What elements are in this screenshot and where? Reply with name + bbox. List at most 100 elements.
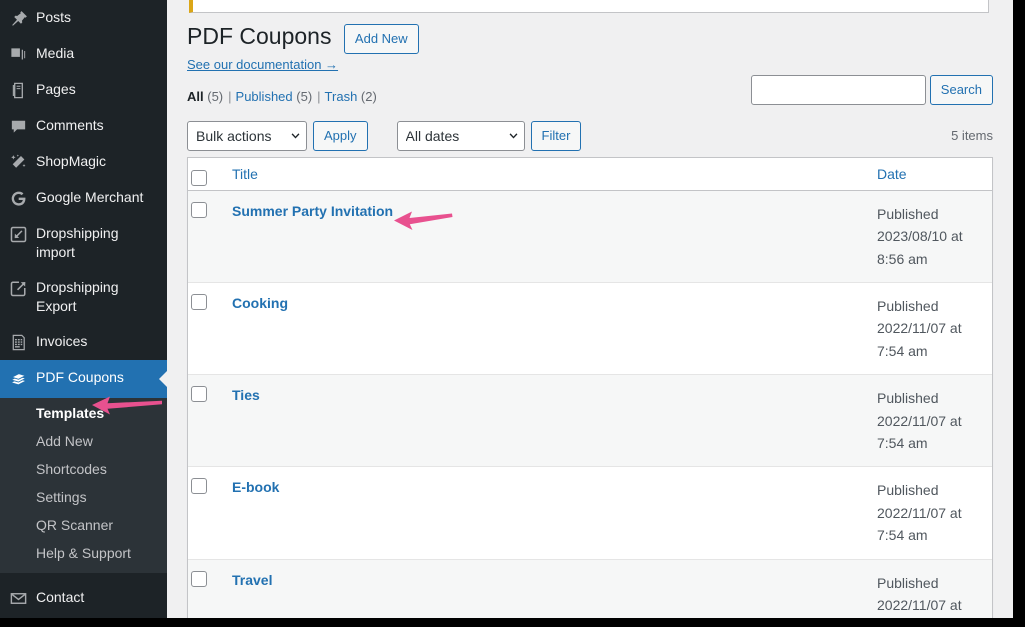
coupon-templates-table: Title Date Summer Party Invitation Publi… xyxy=(187,156,993,618)
sidebar-item-label: Posts xyxy=(36,9,72,25)
column-header-date[interactable]: Date xyxy=(867,157,992,191)
row-select-cell xyxy=(188,558,222,618)
submenu-item-settings[interactable]: Settings xyxy=(0,483,167,511)
submenu-item-add-new[interactable]: Add New xyxy=(0,427,167,455)
row-select-cell xyxy=(188,190,222,283)
row-title-link[interactable]: Ties xyxy=(232,387,260,403)
sidebar-item-pdf-coupons[interactable]: PDF Coupons xyxy=(0,360,167,398)
admin-notice-partial xyxy=(189,0,989,13)
row-date-cell: Published 2023/08/10 at 8:56 am xyxy=(867,190,992,283)
row-date-line1: 2022/11/07 at xyxy=(877,320,962,337)
select-all-header xyxy=(188,157,222,191)
row-date-line2: 7:54 am xyxy=(877,527,928,544)
table-header-row: Title Date xyxy=(188,157,992,191)
table-row: E-book Published 2022/11/07 at 7:54 am xyxy=(188,466,992,558)
view-trash-link[interactable]: Trash xyxy=(325,89,358,104)
view-all-link[interactable]: All xyxy=(187,89,204,104)
row-date-line1: 2022/11/07 at xyxy=(877,412,962,429)
arrow-export-icon xyxy=(0,278,36,298)
sidebar-item-media[interactable]: Media xyxy=(0,36,167,72)
row-date-line1: 2022/11/07 at xyxy=(877,596,962,613)
row-date-cell: Published 2022/11/07 at 7:54 am xyxy=(867,466,992,558)
row-title-link[interactable]: Cooking xyxy=(232,295,288,311)
row-date-cell: Published 2022/11/07 at 7:54 am xyxy=(867,282,992,374)
search-input[interactable] xyxy=(750,74,926,105)
documentation-link[interactable]: See our documentation → xyxy=(187,57,993,72)
row-date-line1: 2022/11/07 at xyxy=(877,504,962,521)
table-head: Title Date xyxy=(188,157,992,191)
row-date-line2: 8:56 am xyxy=(877,250,928,267)
comments-icon xyxy=(0,116,36,136)
magic-wand-icon xyxy=(0,152,36,172)
select-all-checkbox-top[interactable] xyxy=(191,170,207,187)
sidebar-item-posts[interactable]: Posts xyxy=(0,0,167,36)
row-date-cell: Published 2022/11/07 at 7:54 am xyxy=(867,558,992,618)
row-title-link[interactable]: Travel xyxy=(232,572,272,588)
bulk-actions-select[interactable]: Bulk actions xyxy=(187,120,307,151)
arrow-import-icon xyxy=(0,224,36,244)
sidebar-item-google-merchant[interactable]: Google Merchant xyxy=(0,180,167,216)
filter-button[interactable]: Filter xyxy=(530,120,582,151)
row-checkbox[interactable] xyxy=(191,570,207,587)
sidebar-item-invoices[interactable]: Invoices xyxy=(0,324,167,360)
table-row: Cooking Published 2022/11/07 at 7:54 am xyxy=(188,282,992,374)
view-published-link[interactable]: Published xyxy=(236,89,293,104)
row-checkbox[interactable] xyxy=(191,201,207,218)
row-date-cell: Published 2022/11/07 at 7:54 am xyxy=(867,374,992,467)
sidebar-item-label: Pages xyxy=(36,81,76,97)
view-all: All (5) | xyxy=(187,84,236,110)
row-status: Published xyxy=(877,574,939,591)
sidebar-item-shopmagic[interactable]: ShopMagic xyxy=(0,144,167,180)
coupons-icon xyxy=(0,368,36,390)
row-title-cell: E-book xyxy=(222,466,867,558)
row-select-cell xyxy=(188,374,222,467)
row-checkbox[interactable] xyxy=(191,294,207,311)
dates-filter-select[interactable]: All dates xyxy=(396,120,525,151)
sidebar-item-label: Comments xyxy=(36,117,104,133)
row-title-link[interactable]: Summer Party Invitation xyxy=(232,203,393,219)
submenu-item-shortcodes[interactable]: Shortcodes xyxy=(0,455,167,483)
add-new-button[interactable]: Add New xyxy=(343,24,419,55)
items-count: 5 items xyxy=(951,128,993,144)
submenu-item-qr-scanner[interactable]: QR Scanner xyxy=(0,511,167,539)
bulk-actions-select-wrap: Bulk actions xyxy=(187,120,307,151)
row-date-line2: 7:54 am xyxy=(877,435,928,452)
media-icon xyxy=(0,44,36,64)
search-button[interactable]: Search xyxy=(929,74,993,105)
column-header-title[interactable]: Title xyxy=(222,157,867,191)
row-status: Published xyxy=(877,482,939,499)
row-status: Published xyxy=(877,298,939,315)
pin-icon xyxy=(0,8,36,28)
row-title-link[interactable]: E-book xyxy=(232,479,279,495)
row-status: Published xyxy=(877,205,939,222)
sidebar-item-label: PDF Coupons xyxy=(36,369,124,385)
sidebar-item-dropshipping-import[interactable]: Dropshipping import xyxy=(0,216,167,270)
sidebar-item-label: ShopMagic xyxy=(36,153,107,169)
content-area: PDF Coupons Add New See our documentatio… xyxy=(167,0,1013,618)
row-checkbox[interactable] xyxy=(191,386,207,403)
sidebar-item-label: Dropshipping import xyxy=(36,225,119,260)
submenu-item-templates[interactable]: Templates xyxy=(0,399,167,427)
envelope-icon xyxy=(0,588,36,608)
admin-sidebar: Posts Media Pages Comments ShopMagic Goo… xyxy=(0,0,167,618)
sidebar-item-label: Media xyxy=(36,45,75,61)
sidebar-item-dropshipping-export[interactable]: Dropshipping Export xyxy=(0,270,167,324)
table-row: Travel Published 2022/11/07 at 7:54 am xyxy=(188,558,992,618)
view-all-count: (5) xyxy=(207,88,224,104)
submenu-item-help-support[interactable]: Help & Support xyxy=(0,539,167,567)
sidebar-item-comments[interactable]: Comments xyxy=(0,108,167,144)
row-title-cell: Ties xyxy=(222,374,867,467)
bulk-actions-area: Bulk actions Apply All dates Filter xyxy=(187,120,582,151)
menu-separator xyxy=(0,573,167,580)
pdf-coupons-submenu: Templates Add New Shortcodes Settings QR… xyxy=(0,398,167,573)
search-box: Search xyxy=(750,74,993,105)
pages-icon xyxy=(0,80,36,100)
table-navigation-top: Bulk actions Apply All dates Filter Sear… xyxy=(187,74,993,153)
sidebar-item-contact[interactable]: Contact xyxy=(0,580,167,616)
google-g-icon xyxy=(0,188,36,208)
row-checkbox[interactable] xyxy=(191,478,207,495)
row-title-cell: Summer Party Invitation xyxy=(222,190,867,283)
apply-button[interactable]: Apply xyxy=(313,120,368,151)
table-body: Summer Party Invitation Published 2023/0… xyxy=(188,190,992,618)
sidebar-item-pages[interactable]: Pages xyxy=(0,72,167,108)
